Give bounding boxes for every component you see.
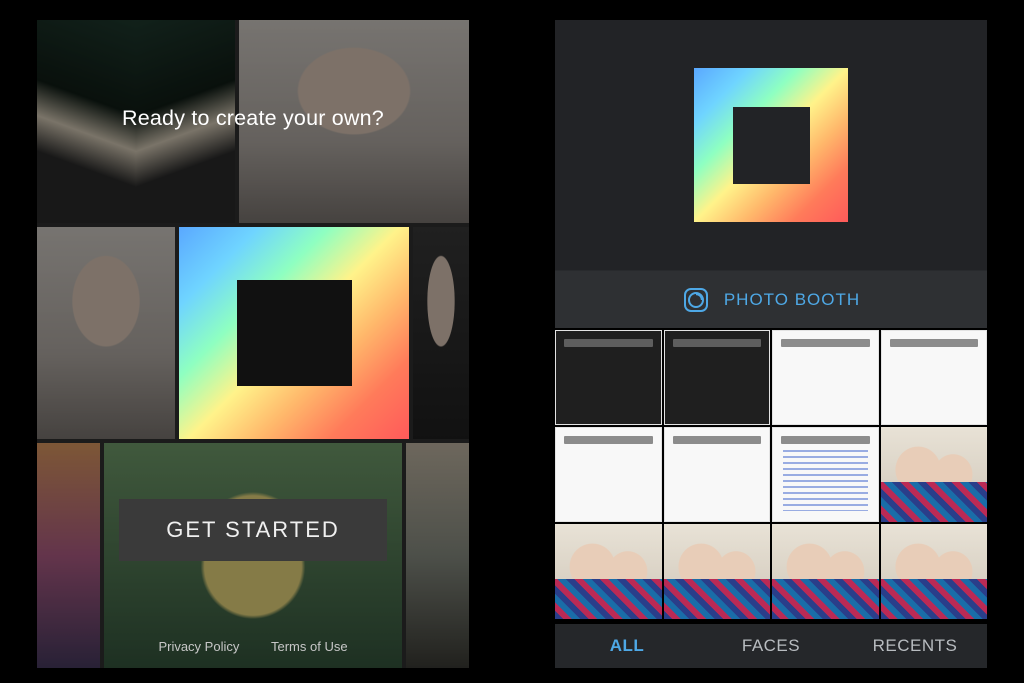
photo-booth-button[interactable]: PHOTO BOOTH [555, 270, 987, 328]
onboarding-collage: Ready to create your own? GET STARTED Pr… [37, 20, 469, 668]
onboarding-screen: Ready to create your own? GET STARTED Pr… [37, 20, 469, 668]
photo-thumb[interactable] [664, 524, 771, 619]
privacy-policy-link[interactable]: Privacy Policy [158, 639, 239, 654]
photo-thumb[interactable] [555, 427, 662, 522]
photo-thumb[interactable] [881, 330, 988, 425]
app-logo-icon [179, 227, 409, 439]
photo-thumb[interactable] [555, 524, 662, 619]
layout-preview [555, 20, 987, 270]
photo-thumb[interactable] [664, 427, 771, 522]
tab-recents[interactable]: RECENTS [843, 624, 987, 668]
collage-tile [37, 443, 100, 668]
photo-thumb[interactable] [664, 330, 771, 425]
filter-tabbar: ALL FACES RECENTS [555, 624, 987, 668]
composite: Ready to create your own? GET STARTED Pr… [0, 0, 1024, 683]
photo-thumb[interactable] [881, 524, 988, 619]
photo-thumb[interactable] [772, 524, 879, 619]
photo-thumb[interactable] [881, 427, 988, 522]
tab-faces[interactable]: FACES [699, 624, 843, 668]
onboarding-headline: Ready to create your own? [37, 106, 469, 131]
photo-thumb[interactable] [555, 330, 662, 425]
camera-icon [682, 286, 710, 314]
photo-thumb[interactable] [772, 330, 879, 425]
terms-of-use-link[interactable]: Terms of Use [271, 639, 348, 654]
collage-tile [37, 227, 175, 439]
photo-thumb[interactable] [772, 427, 879, 522]
get-started-button[interactable]: GET STARTED [119, 499, 387, 561]
collage-tile [406, 443, 469, 668]
tab-all[interactable]: ALL [555, 624, 699, 668]
collage-tile [413, 227, 469, 439]
photo-booth-label: PHOTO BOOTH [724, 290, 860, 310]
picker-screen: PHOTO BOOTH ALL FACES RECENTS [555, 20, 987, 668]
app-logo-icon [694, 68, 848, 222]
legal-links: Privacy Policy Terms of Use [37, 639, 469, 654]
photo-grid [555, 328, 987, 624]
